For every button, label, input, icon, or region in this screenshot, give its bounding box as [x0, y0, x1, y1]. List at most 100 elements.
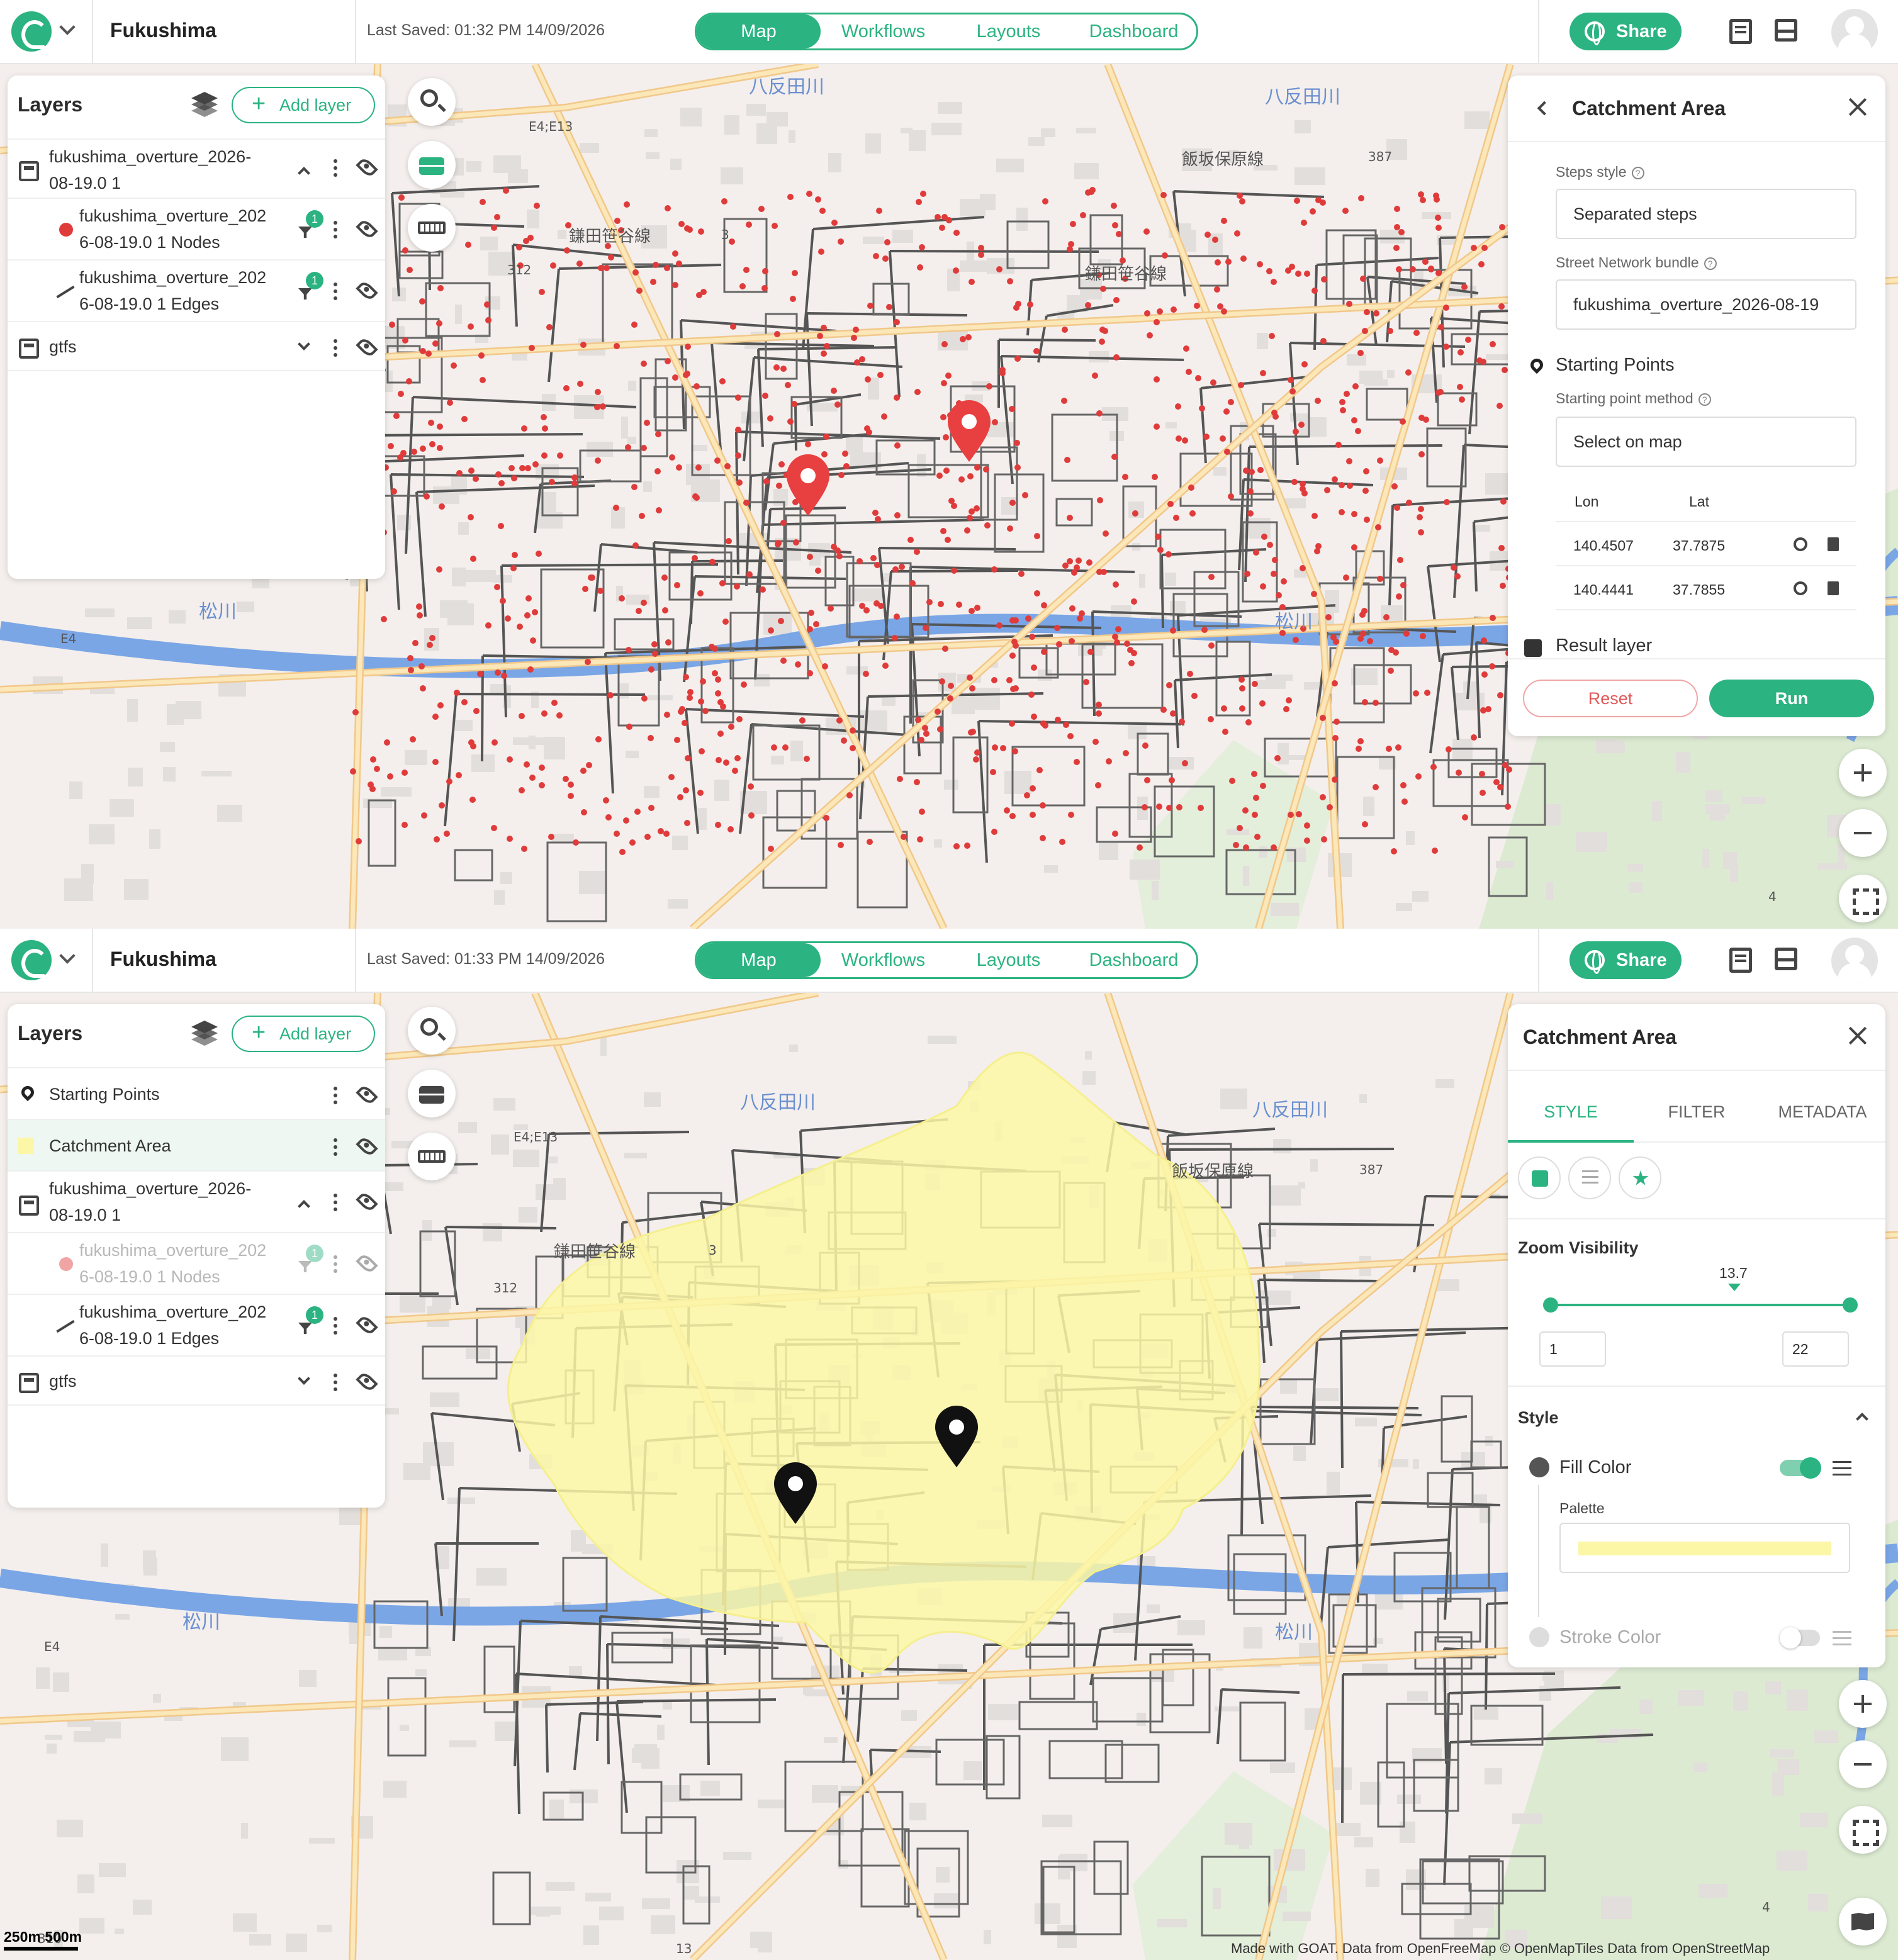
tab-workflows[interactable]: Workflows	[821, 943, 946, 977]
filter-icon[interactable]	[298, 227, 312, 238]
run-button[interactable]: Run	[1709, 680, 1874, 717]
layer-row-starting-points[interactable]: Starting Points	[8, 1067, 385, 1119]
tab-dashboard[interactable]: Dashboard	[1071, 14, 1196, 48]
chevron-down-icon[interactable]	[59, 19, 76, 35]
basemap-button[interactable]	[1839, 1898, 1887, 1946]
chevron-up-icon[interactable]	[298, 167, 310, 179]
back-icon[interactable]	[1537, 101, 1552, 116]
trash-icon[interactable]	[1828, 537, 1839, 551]
eye-icon[interactable]	[356, 156, 378, 179]
search-button[interactable]	[408, 1007, 456, 1055]
zoom-to-icon[interactable]	[1794, 537, 1807, 551]
stroke-color-toggle[interactable]	[1780, 1627, 1820, 1649]
tab-layouts[interactable]: Layouts	[946, 943, 1071, 977]
sliders-icon[interactable]	[1833, 1461, 1851, 1476]
tab-style[interactable]: STYLE	[1508, 1102, 1634, 1122]
avatar[interactable]	[1831, 9, 1878, 55]
search-button[interactable]	[408, 78, 456, 126]
chevron-down-icon[interactable]	[298, 1372, 310, 1385]
street-network-select[interactable]: fukushima_overture_2026-08-19	[1556, 279, 1856, 330]
fullscreen-button[interactable]	[1839, 1806, 1887, 1854]
layer-row-gtfs[interactable]: gtfs	[8, 321, 385, 371]
tab-layouts[interactable]: Layouts	[946, 14, 1071, 48]
layer-row-edges[interactable]: fukushima_overture_202 6-08-19.0 1 Edges…	[8, 259, 385, 321]
book-icon[interactable]	[1729, 948, 1752, 973]
eye-icon[interactable]	[356, 1084, 378, 1106]
toolbox-button[interactable]	[408, 141, 456, 189]
zoom-to-icon[interactable]	[1794, 581, 1807, 595]
zoom-out-button[interactable]	[1839, 809, 1887, 857]
zoom-slider[interactable]	[1543, 1297, 1858, 1313]
chevron-down-icon[interactable]	[298, 338, 310, 350]
zoom-min-handle[interactable]	[1543, 1297, 1558, 1313]
sliders-icon[interactable]	[1833, 1631, 1851, 1646]
zoom-min-input[interactable]: 1	[1539, 1331, 1606, 1367]
measure-button[interactable]	[408, 204, 456, 252]
layer-row-edges[interactable]: fukushima_overture_202 6-08-19.0 1 Edges…	[8, 1294, 385, 1355]
fill-color-toggle[interactable]	[1780, 1457, 1821, 1479]
eye-icon[interactable]	[356, 1135, 378, 1158]
eye-icon[interactable]	[356, 336, 378, 359]
reset-button[interactable]: Reset	[1523, 680, 1698, 717]
steps-style-select[interactable]: Separated steps	[1556, 189, 1856, 239]
more-icon[interactable]	[334, 1262, 337, 1266]
palette-select[interactable]	[1559, 1523, 1850, 1573]
layer-row-group[interactable]: fukushima_overture_2026- 08-19.0 1	[8, 138, 385, 198]
eye-off-icon[interactable]	[356, 1252, 378, 1275]
more-icon[interactable]	[334, 1094, 337, 1097]
help-icon[interactable]: ?	[1704, 257, 1717, 270]
zoom-out-button[interactable]	[1839, 1740, 1887, 1788]
filter-icon[interactable]	[298, 288, 312, 300]
copy-style-button[interactable]	[1518, 1156, 1561, 1199]
zoom-in-button[interactable]	[1839, 749, 1887, 797]
more-icon[interactable]	[334, 228, 337, 232]
close-icon[interactable]	[1848, 97, 1868, 117]
add-layer-button[interactable]: Add layer	[232, 87, 375, 123]
zoom-max-handle[interactable]	[1843, 1297, 1858, 1313]
eye-icon[interactable]	[356, 218, 378, 240]
goat-logo-icon[interactable]	[11, 940, 52, 980]
layer-row-catchment-area[interactable]: Catchment Area	[8, 1119, 385, 1170]
server-icon[interactable]	[1775, 19, 1797, 42]
layer-row-nodes[interactable]: fukushima_overture_202 6-08-19.0 1 Nodes…	[8, 1232, 385, 1294]
tab-dashboard[interactable]: Dashboard	[1071, 943, 1196, 977]
zoom-in-button[interactable]	[1839, 1680, 1887, 1728]
more-icon[interactable]	[334, 1201, 337, 1204]
zoom-max-input[interactable]: 22	[1782, 1331, 1849, 1367]
project-title[interactable]: Fukushima	[110, 948, 216, 971]
share-button[interactable]: Share	[1570, 13, 1682, 50]
tab-filter[interactable]: FILTER	[1634, 1102, 1760, 1122]
help-icon[interactable]: ?	[1698, 393, 1711, 406]
layer-row-nodes[interactable]: fukushima_overture_202 6-08-19.0 1 Nodes…	[8, 198, 385, 259]
filter-icon[interactable]	[298, 1323, 312, 1334]
toolbox-button[interactable]	[408, 1070, 456, 1117]
eye-icon[interactable]	[356, 279, 378, 302]
more-icon[interactable]	[334, 346, 337, 350]
measure-button[interactable]	[408, 1133, 456, 1180]
tab-map[interactable]: Map	[697, 14, 821, 48]
style-settings-button[interactable]	[1568, 1156, 1611, 1199]
help-icon[interactable]: ?	[1631, 166, 1644, 179]
more-icon[interactable]	[334, 1324, 337, 1328]
more-icon[interactable]	[334, 289, 337, 293]
avatar[interactable]	[1831, 938, 1878, 984]
eye-icon[interactable]	[356, 1314, 378, 1336]
favorite-style-button[interactable]	[1619, 1156, 1661, 1199]
trash-icon[interactable]	[1828, 581, 1839, 595]
layers-stack-icon[interactable]	[190, 92, 219, 117]
book-icon[interactable]	[1729, 19, 1752, 44]
layer-row-group[interactable]: fukushima_overture_2026- 08-19.0 1	[8, 1170, 385, 1232]
chevron-down-icon[interactable]	[59, 948, 76, 964]
filter-icon[interactable]	[298, 1261, 312, 1272]
layers-stack-icon[interactable]	[190, 1021, 219, 1046]
more-icon[interactable]	[334, 166, 337, 170]
goat-logo-icon[interactable]	[11, 11, 52, 52]
share-button[interactable]: Share	[1570, 941, 1682, 979]
add-layer-button[interactable]: Add layer	[232, 1016, 375, 1052]
server-icon[interactable]	[1775, 948, 1797, 970]
chevron-up-icon[interactable]	[298, 1200, 310, 1212]
eye-icon[interactable]	[356, 1190, 378, 1213]
tab-map[interactable]: Map	[697, 943, 821, 977]
tab-workflows[interactable]: Workflows	[821, 14, 946, 48]
eye-icon[interactable]	[356, 1370, 378, 1393]
